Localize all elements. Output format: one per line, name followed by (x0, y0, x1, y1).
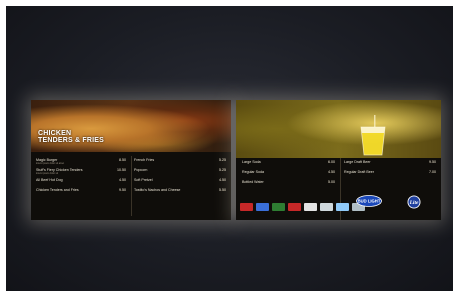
photo-frame: Chicken Tenders & Fries Magic Burger 8.5… (6, 6, 453, 291)
payment-logo-icon (256, 203, 269, 211)
beer-photo (236, 100, 441, 158)
item-name: Chicken Tenders and Fries (36, 188, 79, 192)
item-price: 10.50 (117, 168, 126, 172)
menu-item: Chicken Tenders and Fries 9.50 (36, 188, 126, 198)
menu-item: Regular Soda 4.50 (242, 170, 335, 180)
menu-item: All Beef Hot Dog 4.50 (36, 178, 126, 188)
item-price: 5.00 (328, 180, 335, 184)
item-name: French Fries (134, 158, 155, 162)
menu-item: Stuff's Fiery Chicken Tenders 10.50 lore… (36, 168, 126, 178)
miller-lite-logo: Lite (407, 195, 421, 209)
item-price: 8.50 (119, 158, 126, 162)
item-name: Large Soda (242, 160, 261, 164)
menu-board-left: Chicken Tenders & Fries Magic Burger 8.5… (31, 100, 231, 220)
item-name: Large Draft Beer (344, 160, 371, 164)
item-price: 9.50 (429, 160, 436, 164)
menu-item: Popcorn 5.25 (134, 168, 226, 178)
item-price: 4.50 (328, 170, 335, 174)
menu-item: Regular Draft Beer 7.00 (344, 170, 436, 180)
item-name: Regular Soda (242, 170, 264, 174)
item-price: 4.50 (119, 178, 126, 182)
item-price: 6.00 (328, 160, 335, 164)
board-title: Chicken Tenders & Fries (38, 130, 105, 144)
payment-logo-icon (240, 203, 253, 211)
drink-menu-column-2: Large Draft Beer 9.50 Regular Draft Beer… (344, 160, 436, 180)
item-price: 5.50 (219, 188, 226, 192)
item-name: Regular Draft Beer (344, 170, 374, 174)
item-price: 5.25 (219, 168, 226, 172)
menu-item: Soft Pretzel 4.50 (134, 178, 226, 188)
item-name: Tostito's Nachos and Cheese (134, 188, 181, 192)
payment-logo-icon (336, 203, 349, 211)
column-divider (131, 156, 132, 216)
item-name: Bottled Water (242, 180, 264, 184)
payment-logo-icon (304, 203, 317, 211)
payment-logo-icon (320, 203, 333, 211)
menu-item: Tostito's Nachos and Cheese 5.50 (134, 188, 226, 198)
item-description: lorem ipsum dolor sit amet (36, 162, 65, 165)
svg-text:Lite: Lite (409, 200, 419, 206)
food-menu-column-1: Magic Burger 8.50 lorem ipsum dolor sit … (36, 158, 126, 198)
item-price: 4.50 (219, 178, 226, 182)
menu-board-right: Large Soda 6.00 Regular Soda 4.50 Bottle… (236, 100, 441, 220)
item-name: Soft Pretzel (134, 178, 153, 182)
payment-logos (240, 203, 365, 212)
menu-item: Large Soda 6.00 (242, 160, 335, 170)
beer-glass-icon (360, 115, 386, 156)
menu-item: Bottled Water 5.00 (242, 180, 335, 190)
svg-text:BUD LIGHT: BUD LIGHT (358, 199, 381, 204)
item-name: Popcorn (134, 168, 148, 172)
bud-light-logo: BUD LIGHT (356, 195, 382, 207)
item-description: lorem ipsum dolor sit (36, 172, 59, 175)
item-name: All Beef Hot Dog (36, 178, 63, 182)
item-price: 9.50 (119, 188, 126, 192)
payment-logo-icon (288, 203, 301, 211)
menu-item: French Fries 5.25 (134, 158, 226, 168)
payment-logo-icon (272, 203, 285, 211)
chicken-tenders-photo (31, 100, 231, 152)
menu-item: Magic Burger 8.50 lorem ipsum dolor sit … (36, 158, 126, 168)
food-menu-column-2: French Fries 5.25 Popcorn 5.25 Soft Pret… (134, 158, 226, 198)
menu-item: Large Draft Beer 9.50 (344, 160, 436, 170)
item-price: 5.25 (219, 158, 226, 162)
item-price: 7.00 (429, 170, 436, 174)
drink-menu-column-1: Large Soda 6.00 Regular Soda 4.50 Bottle… (242, 160, 335, 190)
